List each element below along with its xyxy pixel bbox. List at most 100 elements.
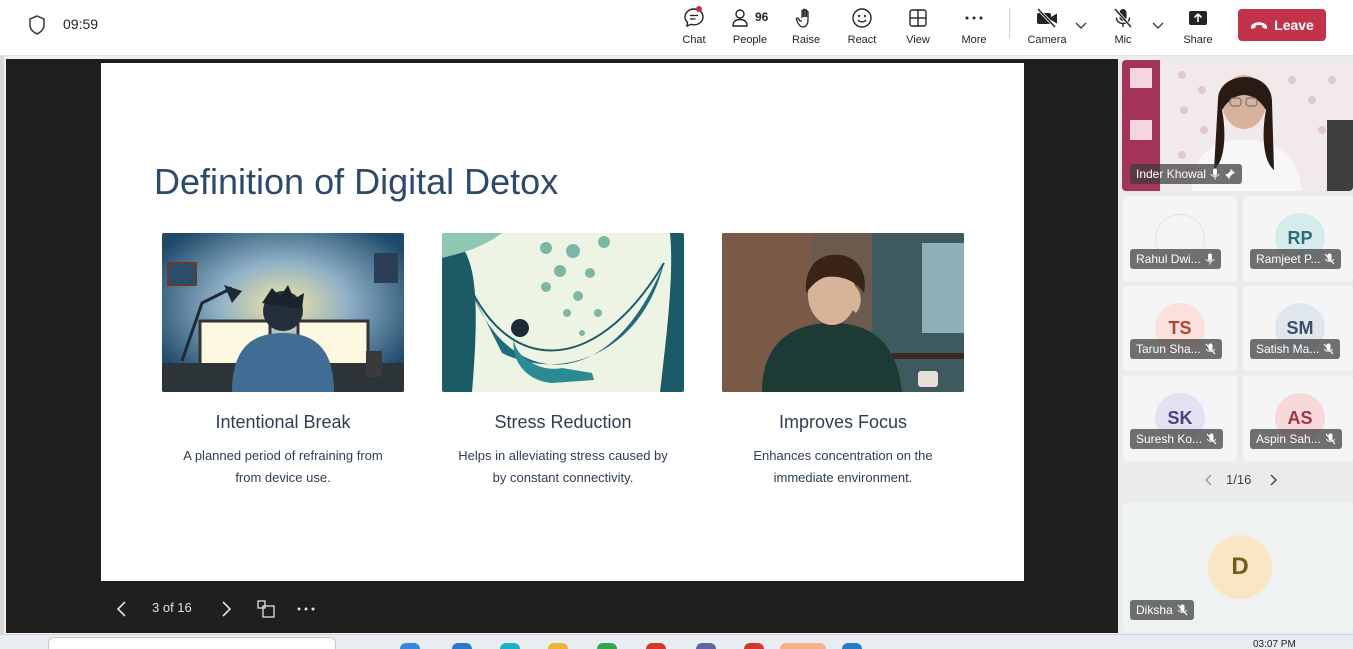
- previous-slide-icon[interactable]: [115, 600, 129, 618]
- mic-off-icon: [1206, 433, 1217, 445]
- slide-card-improves-focus: Improves Focus Enhances concentration on…: [722, 233, 964, 489]
- participant-name: Rahul Dwi...: [1136, 252, 1201, 266]
- taskbar-app-icon[interactable]: [696, 643, 716, 649]
- share-button[interactable]: Share: [1170, 6, 1226, 50]
- participant-name: Inder Khowal: [1136, 167, 1207, 181]
- participant-name-tag: Rahul Dwi...: [1130, 249, 1221, 269]
- mic-button[interactable]: Mic: [1095, 6, 1151, 50]
- view-label: View: [906, 34, 930, 46]
- participants-gallery: Inder Khowal Rahul Dwi... RP Ramjeet P..…: [1118, 56, 1353, 634]
- more-label: More: [961, 34, 987, 46]
- participant-tile[interactable]: Rahul Dwi...: [1123, 196, 1237, 281]
- participant-tile[interactable]: SK Suresh Ko...: [1123, 376, 1237, 461]
- taskbar-app-icon[interactable]: [500, 643, 520, 649]
- participant-name: Tarun Sha...: [1136, 342, 1201, 356]
- taskbar-search-box[interactable]: [48, 637, 336, 649]
- card-title: Stress Reduction: [494, 412, 632, 432]
- people-button[interactable]: 96 People: [722, 6, 778, 50]
- card-description: Enhances concentration on the immediate …: [722, 445, 964, 489]
- taskbar-clock: 03:07 PM: [1253, 639, 1296, 649]
- taskbar-app-icon[interactable]: [452, 643, 472, 649]
- card-description-line: A planned period of refraining from: [183, 448, 383, 463]
- camera-options-chevron-icon[interactable]: [1074, 18, 1088, 32]
- participant-name-tag: Suresh Ko...: [1130, 429, 1224, 449]
- participant-video-tile[interactable]: Inder Khowal: [1122, 60, 1353, 191]
- participant-tile[interactable]: D Diksha: [1123, 502, 1353, 632]
- card-description-line: by constant connectivity.: [492, 470, 634, 485]
- people-count: 96: [755, 10, 769, 24]
- taskbar-app-icon[interactable]: [400, 643, 420, 649]
- raise-label: Raise: [791, 34, 821, 46]
- participant-name-tag: Satish Ma...: [1250, 339, 1341, 359]
- card-description-line: from device use.: [235, 470, 331, 485]
- participant-name: Diksha: [1136, 603, 1173, 617]
- taskbar-app-icon[interactable]: [744, 643, 764, 649]
- raise-hand-button[interactable]: Raise: [778, 6, 834, 50]
- mic-off-icon: [1323, 343, 1334, 355]
- participant-name: Suresh Ko...: [1136, 432, 1203, 446]
- react-label: React: [847, 34, 877, 46]
- people-label: People: [732, 34, 768, 46]
- slide-card-intentional-break: Intentional Break A planned period of re…: [162, 233, 404, 489]
- mic-on-icon: [1210, 168, 1220, 180]
- participant-name-tag: Diksha: [1130, 600, 1194, 620]
- camera-button[interactable]: Camera: [1019, 6, 1075, 50]
- leave-button[interactable]: Leave: [1238, 9, 1326, 41]
- share-icon: [1189, 11, 1207, 25]
- mic-off-icon: [1325, 433, 1336, 445]
- focused-woman-image: [722, 233, 964, 392]
- mic-off-icon: [1205, 343, 1216, 355]
- presentation-slide: Definition of Digital Detox Intentional …: [101, 63, 1024, 581]
- chat-label: Chat: [682, 34, 706, 46]
- grid-view-icon: [909, 9, 927, 27]
- taskbar-app-icon[interactable]: [597, 643, 617, 649]
- os-taskbar: 03:07 PM: [0, 634, 1353, 649]
- hand-icon: [795, 8, 809, 28]
- taskbar-app-icon[interactable]: [842, 643, 862, 649]
- slide-more-options-icon[interactable]: [296, 598, 316, 616]
- mic-on-icon: [1205, 253, 1215, 265]
- frustrated-at-computer-image: [162, 233, 404, 392]
- card-description: A planned period of refraining from from…: [162, 445, 404, 489]
- slide-card-stress-reduction: Stress Reduction Helps in alleviating st…: [442, 233, 684, 489]
- meeting-timer: 09:59: [63, 16, 99, 32]
- mic-off-icon: [1325, 253, 1335, 265]
- chat-button[interactable]: Chat: [666, 6, 722, 50]
- participant-name-tag: Aspin Sah...: [1250, 429, 1342, 449]
- leave-label: Leave: [1274, 17, 1314, 33]
- smiley-icon: [852, 8, 872, 28]
- participant-name-tag: Inder Khowal: [1130, 164, 1243, 184]
- meeting-window: 09:59 Chat 96 People Raise React View Mo…: [0, 0, 1353, 649]
- card-description-line: immediate environment.: [773, 470, 913, 485]
- phone-hangup-icon: [1251, 22, 1268, 29]
- slide-page-indicator: 3 of 16: [152, 600, 192, 615]
- slide-navigation: 3 of 16: [101, 594, 401, 624]
- pin-icon: [1225, 169, 1236, 179]
- participant-tile[interactable]: RP Ramjeet P...: [1243, 196, 1353, 281]
- card-description-line: Enhances concentration on the: [753, 448, 933, 463]
- more-dots-icon: [965, 16, 983, 20]
- participant-tile[interactable]: SM Satish Ma...: [1243, 286, 1353, 371]
- taskbar-app-icon[interactable]: [646, 643, 666, 649]
- react-button[interactable]: React: [834, 6, 890, 50]
- avatar: D: [1208, 535, 1272, 599]
- gallery-next-page-icon[interactable]: [1268, 474, 1278, 486]
- left-edge: [0, 0, 4, 649]
- camera-off-icon: [1036, 7, 1057, 29]
- mic-options-chevron-icon[interactable]: [1151, 18, 1165, 32]
- gallery-previous-page-icon[interactable]: [1204, 474, 1214, 486]
- slide-thumbnails-icon[interactable]: [257, 600, 275, 618]
- hammock-relaxation-image: [442, 233, 684, 392]
- participant-name: Ramjeet P...: [1256, 252, 1321, 266]
- participant-tile[interactable]: AS Aspin Sah...: [1243, 376, 1353, 461]
- taskbar-app-icon[interactable]: [548, 643, 568, 649]
- view-button[interactable]: View: [890, 6, 946, 50]
- shield-icon: [29, 15, 45, 35]
- more-button[interactable]: More: [946, 6, 1002, 50]
- taskbar-active-app-icon[interactable]: [780, 643, 826, 649]
- camera-label: Camera: [1027, 34, 1067, 46]
- people-icon: [732, 9, 748, 27]
- participant-tile[interactable]: TS Tarun Sha...: [1123, 286, 1237, 371]
- next-slide-icon[interactable]: [219, 600, 233, 618]
- slide-title: Definition of Digital Detox: [154, 161, 559, 202]
